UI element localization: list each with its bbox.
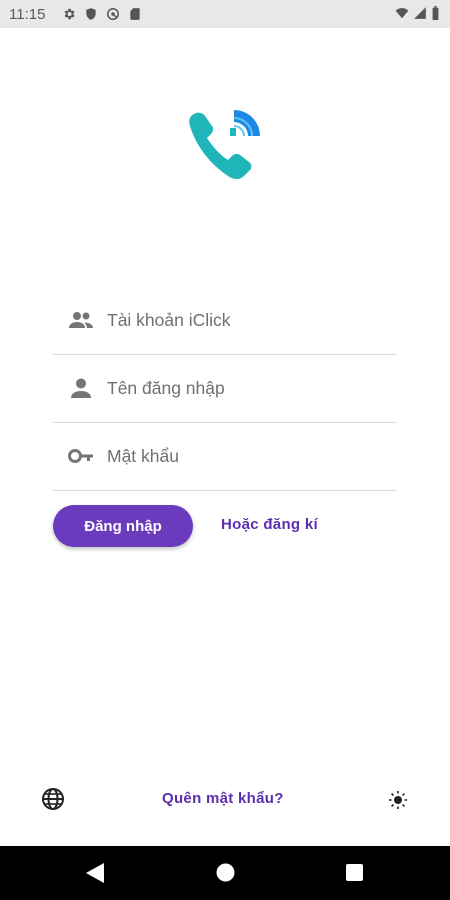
login-button[interactable]: Đăng nhập (53, 505, 193, 547)
register-link[interactable]: Hoặc đăng kí (221, 516, 318, 533)
wifi-icon (395, 8, 409, 19)
account-field[interactable] (53, 286, 397, 355)
shield-icon (86, 8, 96, 20)
vpn-key-icon (107, 8, 119, 20)
group-icon (69, 312, 93, 328)
username-field[interactable] (53, 354, 397, 423)
battery-icon (432, 6, 439, 20)
settings-icon (64, 8, 75, 20)
status-icons-left (62, 7, 142, 21)
status-bar: 11:15 (0, 0, 450, 28)
account-input[interactable] (107, 306, 387, 334)
home-icon[interactable] (216, 863, 235, 882)
back-icon[interactable] (86, 863, 104, 883)
status-icons-right (395, 6, 440, 20)
brightness-icon[interactable] (388, 790, 408, 810)
password-field[interactable] (53, 422, 397, 491)
navigation-bar (0, 846, 450, 900)
recents-icon[interactable] (346, 864, 363, 881)
forgot-password-link[interactable]: Quên mật khẩu? (162, 790, 284, 807)
person-icon (71, 378, 91, 398)
status-time: 11:15 (9, 6, 46, 23)
phone-wifi-logo-icon (189, 110, 260, 179)
signal-icon (414, 7, 426, 19)
globe-icon[interactable] (41, 787, 65, 811)
sd-card-icon (130, 8, 140, 20)
key-icon (68, 449, 93, 463)
password-input[interactable] (107, 442, 387, 470)
username-input[interactable] (107, 374, 387, 402)
